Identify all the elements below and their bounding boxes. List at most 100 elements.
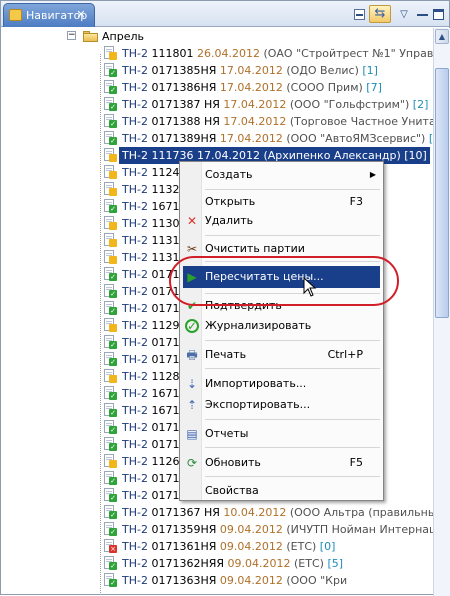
document-date: 09.04.2012: [219, 540, 287, 553]
document-num: 0171361НЯ: [151, 540, 220, 553]
document-num: 0171367 НЯ: [151, 506, 224, 519]
menu-separator: [205, 419, 380, 420]
tree-row[interactable]: × ТН-2 0171361НЯ 09.04.2012 (ЕТС) [0]: [1, 538, 433, 555]
tree-row[interactable]: ✓ ТН-2 0171362НЯЯ 09.04.2012 (ЕТС) [5]: [1, 555, 433, 572]
document-ok-icon: ✓: [104, 284, 117, 299]
collapse-expander-icon[interactable]: −: [67, 31, 76, 40]
document-ok-icon: ✓: [104, 420, 117, 435]
document-party: (ОДО Велис): [286, 64, 363, 77]
link-with-editor-button[interactable]: ⇆: [369, 5, 391, 23]
tree-row[interactable]: ✓ ТН-2 0171367 НЯ 10.04.2012 (ООО Альтра …: [1, 504, 433, 521]
document-code: ТН-2: [122, 319, 152, 332]
document-date: 09.04.2012: [219, 523, 287, 536]
document-num: 0171385НЯ: [151, 64, 220, 77]
tree-row[interactable]: ✓ ТН-2 0171388 НЯ 17.04.2012 (Торговое Ча…: [1, 113, 433, 130]
maximize-button[interactable]: [429, 5, 447, 23]
document-ok-icon: ✓: [104, 403, 117, 418]
document-num: 0171388 НЯ: [151, 115, 224, 128]
menu-item-journalize[interactable]: ✓ Журнализировать: [180, 315, 383, 337]
tree-folder-row[interactable]: − Апрель: [1, 28, 433, 45]
submenu-arrow-icon: ▶: [369, 170, 376, 179]
document-warn-icon: [104, 250, 117, 265]
view-tabbar: Навигатор ✕ ⇆ ▽: [1, 1, 449, 27]
document-label: ТН-2 11322: [122, 181, 186, 198]
document-date: 09.04.2012: [227, 557, 294, 570]
document-date: 26.04.2012: [196, 47, 264, 60]
tree-row[interactable]: ТН-2 111801 26.04.2012 (ОАО "Стройтрест …: [1, 45, 433, 62]
scroll-thumb[interactable]: [435, 68, 449, 318]
menu-item-export[interactable]: ⇡ Экспортировать...: [180, 394, 383, 416]
collapse-all-button[interactable]: [350, 5, 368, 23]
document-date: 17.04.2012: [219, 132, 287, 145]
printer-icon: 🖶: [186, 348, 198, 362]
menu-item-create[interactable]: Создать ▶: [180, 164, 383, 186]
document-date: 17.04.2012: [223, 98, 290, 111]
document-label: ТН-2 0171389НЯ 17.04.2012 (ООО "АвтоЯМЗс…: [122, 130, 433, 147]
scroll-up-button[interactable]: ▲: [435, 29, 449, 44]
tree-row[interactable]: ✓ ТН-2 0171386НЯ 17.04.2012 (СООО Прим) […: [1, 79, 433, 96]
document-code: ТН-2: [122, 438, 152, 451]
document-code: ТН-2: [122, 387, 152, 400]
maximize-icon: [433, 9, 444, 20]
document-code: ТН-2: [122, 421, 152, 434]
document-ok-icon: ✓: [104, 505, 117, 520]
document-code: ТН-2: [122, 336, 152, 349]
annotation-ring: [169, 256, 399, 306]
menu-item-delete[interactable]: ✕ Удалить: [180, 210, 383, 232]
document-code: ТН-2: [122, 268, 152, 281]
document-code: ТН-2: [122, 285, 152, 298]
document-num: 0171359НЯ: [151, 523, 220, 536]
minimize-icon: [417, 14, 428, 16]
menu-item-refresh[interactable]: ⟳ Обновить F5: [180, 452, 383, 474]
document-code: ТН-2: [122, 353, 152, 366]
document-warn-icon: [104, 182, 117, 197]
menu-item-import[interactable]: ⇣ Импортировать...: [180, 373, 383, 395]
document-party: (ООО Альтра (правильный)): [289, 506, 433, 519]
document-ok-icon: ✓: [104, 114, 117, 129]
document-label: ТН-2 11316: [122, 232, 186, 249]
document-code: ТН-2: [122, 251, 152, 264]
document-warn-icon: [104, 318, 117, 333]
document-warn-icon: [104, 216, 117, 231]
menu-item-reports[interactable]: ▤ Отчеты: [180, 423, 383, 445]
vertical-scrollbar[interactable]: ▲: [433, 28, 450, 596]
document-code: ТН-2: [122, 234, 152, 247]
document-ok-icon: ✓: [104, 488, 117, 503]
tab-navigator[interactable]: Навигатор ✕: [3, 3, 95, 27]
view-menu-button[interactable]: ▽: [395, 5, 413, 23]
tree-row[interactable]: ✓ ТН-2 0171387 НЯ 17.04.2012 (ООО "Гольфс…: [1, 96, 433, 113]
tree-row[interactable]: ✓ ТН-2 0171359НЯ 09.04.2012 (ИЧУТП Нойман…: [1, 521, 433, 538]
document-num: 0171362НЯЯ: [151, 557, 228, 570]
menu-item-properties[interactable]: Свойства: [180, 480, 383, 502]
document-label: ТН-2 0171385НЯ 17.04.2012 (ОДО Велис) [1…: [122, 62, 378, 79]
document-cnt: [7]: [366, 81, 382, 94]
document-code: ТН-2: [122, 132, 152, 145]
document-party: (СООО Прим): [286, 81, 367, 94]
document-ok-icon: ✓: [104, 63, 117, 78]
delete-icon: ✕: [186, 214, 198, 228]
document-code: ТН-2: [122, 98, 152, 111]
close-icon[interactable]: ✕: [74, 8, 88, 22]
tree-row[interactable]: ✓ ТН-2 0171363НЯ 09.04.2012 (ООО "Кри: [1, 572, 433, 589]
menu-item-print[interactable]: 🖶 Печать Ctrl+P: [180, 344, 383, 366]
document-label: ТН-2 0171387 НЯ 17.04.2012 (ООО "Гольфст…: [122, 96, 428, 113]
document-date: 10.04.2012: [223, 506, 290, 519]
document-label: ТН-2 0171361НЯ 09.04.2012 (ЕТС) [0]: [122, 538, 335, 555]
broom-icon: ✂: [186, 242, 198, 256]
tree-row[interactable]: ✓ ТН-2 0171389НЯ 17.04.2012 (ООО "АвтоЯМЗ…: [1, 130, 433, 147]
document-party: (ООО "АвтоЯМЗсервис"): [286, 132, 429, 145]
document-code: ТН-2: [122, 557, 152, 570]
document-label: ТН-2 0171363НЯ 09.04.2012 (ООО "Кри: [122, 572, 347, 589]
menu-separator: [205, 447, 380, 448]
document-ok-icon: ✓: [104, 267, 117, 282]
document-party: (ЕТС): [286, 540, 320, 553]
document-date: 09.04.2012: [219, 574, 287, 587]
document-ok-icon: ✓: [104, 97, 117, 112]
document-warn-icon: [104, 369, 117, 384]
document-cnt: [1]: [362, 64, 378, 77]
document-warn-icon: [104, 46, 117, 61]
document-date: 17.04.2012: [219, 64, 287, 77]
document-ok-icon: ✓: [104, 556, 117, 571]
mouse-cursor-icon: [303, 277, 317, 297]
tree-row[interactable]: ✓ ТН-2 0171385НЯ 17.04.2012 (ОДО Велис) […: [1, 62, 433, 79]
